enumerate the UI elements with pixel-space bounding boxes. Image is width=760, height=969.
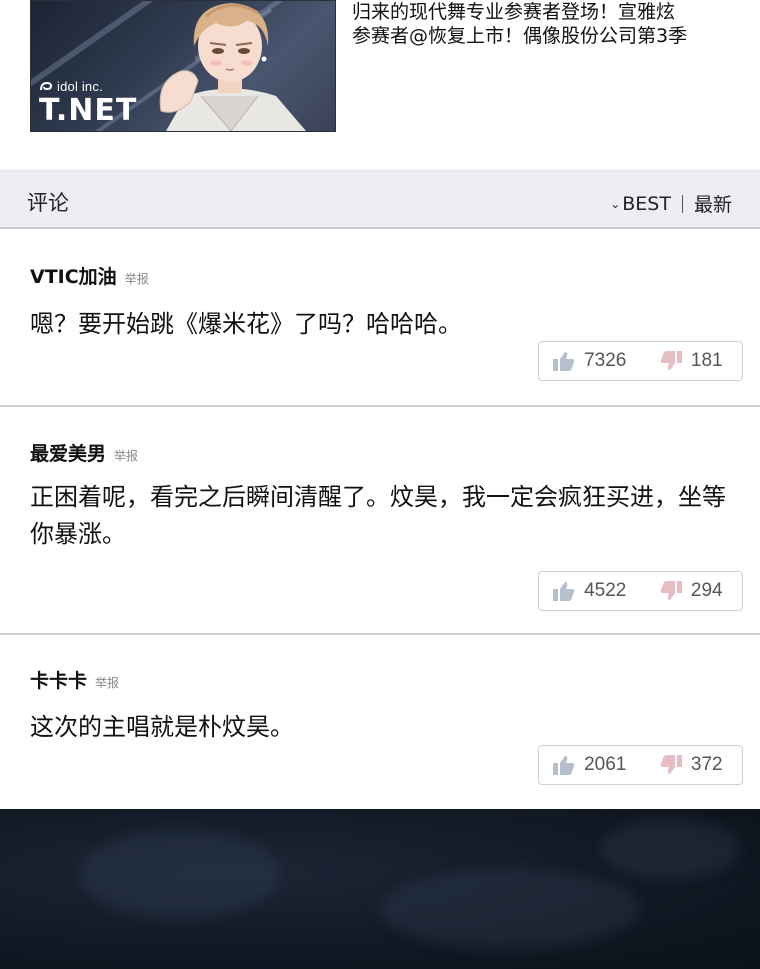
- dislike-count: 372: [690, 754, 723, 775]
- comment-username[interactable]: 最爱美男: [30, 439, 106, 466]
- dislike-button[interactable]: 372: [641, 754, 743, 776]
- thumbs-down-icon: [660, 351, 682, 370]
- dislike-count: 294: [690, 580, 723, 601]
- article-preview[interactable]: idol inc. T.NET 归来的现代舞专业参赛者登场！宣雅炫 参赛者@恢复…: [0, 0, 760, 170]
- comment-author: 卡卡卡 举报: [30, 666, 119, 693]
- comments-header: 评论 ⌄ BEST 最新: [0, 170, 760, 229]
- comment-item: 卡卡卡 举报 这次的主唱就是朴炆昊。 2061 372: [0, 635, 760, 809]
- sort-divider: [681, 194, 683, 213]
- thumbs-down-icon: [660, 581, 682, 600]
- headline-line: 归来的现代舞专业参赛者登场！宣雅炫: [352, 1, 676, 23]
- sort-best-tab[interactable]: BEST: [622, 193, 671, 215]
- vote-box: 2061 372: [538, 745, 743, 785]
- tnet-logo: idol inc. T.NET: [39, 79, 137, 128]
- comments-title: 评论: [27, 191, 69, 215]
- report-link[interactable]: 举报: [114, 447, 138, 464]
- dislike-button[interactable]: 181: [641, 350, 743, 372]
- thumbs-up-icon: [553, 582, 575, 601]
- article-thumbnail[interactable]: idol inc. T.NET: [30, 0, 336, 132]
- headline-line: 参赛者@恢复上市！偶像股份公司第3季: [352, 25, 688, 47]
- comment-author: 最爱美男 举报: [30, 439, 138, 466]
- comment-item: 最爱美男 举报 正困着呢，看完之后瞬间清醒了。炆昊，我一定会疯狂买进，坐等你暴涨…: [0, 407, 760, 635]
- like-count: 4522: [584, 580, 627, 601]
- dislike-button[interactable]: 294: [641, 580, 743, 602]
- webtoon-page: idol inc. T.NET 归来的现代舞专业参赛者登场！宣雅炫 参赛者@恢复…: [0, 0, 760, 969]
- dark-comic-panel: [0, 809, 760, 969]
- like-button[interactable]: 4522: [539, 580, 641, 602]
- comment-username[interactable]: 卡卡卡: [30, 666, 87, 693]
- panel-texture: [80, 829, 280, 919]
- comment-author: VTIC加油 举报: [30, 262, 149, 289]
- like-button[interactable]: 7326: [539, 350, 641, 372]
- vote-box: 4522 294: [538, 571, 743, 611]
- thumbs-up-icon: [553, 756, 575, 775]
- report-link[interactable]: 举报: [95, 674, 119, 691]
- panel-texture: [380, 869, 640, 949]
- panel-texture: [600, 819, 740, 879]
- comment-username[interactable]: VTIC加油: [30, 262, 117, 289]
- character-illustration: [159, 3, 306, 131]
- comment-sort: ⌄ BEST 最新: [610, 190, 732, 217]
- report-link[interactable]: 举报: [125, 270, 149, 287]
- like-button[interactable]: 2061: [539, 754, 641, 776]
- comment-text: 正困着呢，看完之后瞬间清醒了。炆昊，我一定会疯狂买进，坐等你暴涨。: [30, 483, 726, 548]
- brand-big-text: T.NET: [39, 93, 138, 128]
- sort-latest-tab[interactable]: 最新: [694, 190, 732, 217]
- like-count: 2061: [584, 754, 627, 775]
- brand-small-text: idol inc.: [57, 79, 103, 94]
- comment-item: VTIC加油 举报 嗯？要开始跳《爆米花》了吗？哈哈哈。 7326 181: [0, 229, 760, 407]
- thumbs-up-icon: [553, 352, 575, 371]
- chevron-down-icon: ⌄: [610, 196, 621, 211]
- dislike-count: 181: [690, 350, 723, 371]
- idol-logo-icon: [40, 81, 53, 90]
- article-headline[interactable]: 归来的现代舞专业参赛者登场！宣雅炫 参赛者@恢复上市！偶像股份公司第3季: [352, 0, 742, 48]
- comment-text: 这次的主唱就是朴炆昊。: [30, 713, 294, 741]
- thumbs-down-icon: [660, 755, 682, 774]
- like-count: 7326: [584, 350, 627, 371]
- comment-text: 嗯？要开始跳《爆米花》了吗？哈哈哈。: [30, 310, 462, 338]
- vote-box: 7326 181: [538, 341, 743, 381]
